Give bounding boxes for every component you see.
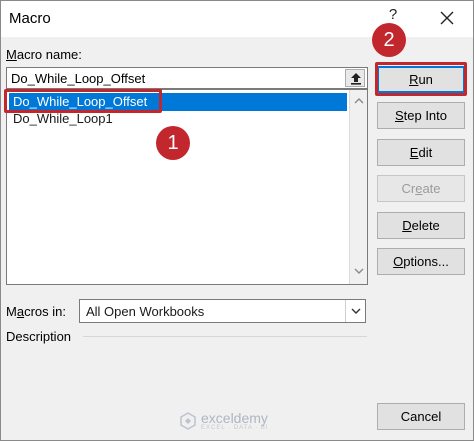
exceldemy-logo-icon [180, 412, 196, 430]
macros-in-value: All Open Workbooks [86, 304, 205, 319]
watermark-logo: exceldemy EXCEL · DATA · BI [179, 411, 269, 431]
options-button[interactable]: Options... [377, 248, 465, 275]
create-button[interactable]: Create [377, 175, 465, 202]
macro-listbox[interactable]: Do_While_Loop_Offset Do_While_Loop1 [6, 89, 368, 285]
refedit-collapse-button[interactable] [345, 69, 365, 87]
annotation-badge-2: 2 [372, 23, 406, 57]
watermark-name: exceldemy [201, 410, 268, 426]
description-text [6, 347, 368, 417]
macro-name-input[interactable]: Do_While_Loop_Offset [6, 67, 368, 89]
annotation-badge-1: 1 [156, 126, 190, 160]
step-into-button[interactable]: Step Into [377, 102, 465, 129]
chevron-down-icon [351, 308, 361, 314]
watermark-tagline: EXCEL · DATA · BI [201, 425, 269, 431]
edit-button[interactable]: Edit [377, 139, 465, 166]
arrow-up-icon [351, 73, 361, 85]
delete-button[interactable]: Delete [377, 212, 465, 239]
macros-in-select[interactable]: All Open Workbooks [79, 299, 366, 323]
annotation-box-run [375, 62, 467, 96]
description-divider [83, 336, 367, 337]
close-icon [440, 11, 454, 25]
annotation-box-macro [4, 89, 162, 113]
cancel-button[interactable]: Cancel [377, 403, 465, 430]
description-label: Description [6, 329, 72, 344]
scroll-down-icon[interactable] [354, 266, 364, 276]
window-title: Macro [9, 10, 51, 27]
macro-name-value: Do_While_Loop_Offset [11, 71, 146, 86]
macros-in-label: Macros in: [6, 304, 66, 319]
dropdown-button[interactable] [345, 300, 365, 322]
scroll-up-icon[interactable] [354, 96, 364, 106]
list-scrollbar[interactable] [349, 90, 367, 284]
macro-dialog: Macro ? Macro name: Do_While_Loop_Offset… [0, 0, 474, 441]
macro-name-label: Macro name: [6, 47, 82, 62]
close-button[interactable] [429, 3, 465, 33]
